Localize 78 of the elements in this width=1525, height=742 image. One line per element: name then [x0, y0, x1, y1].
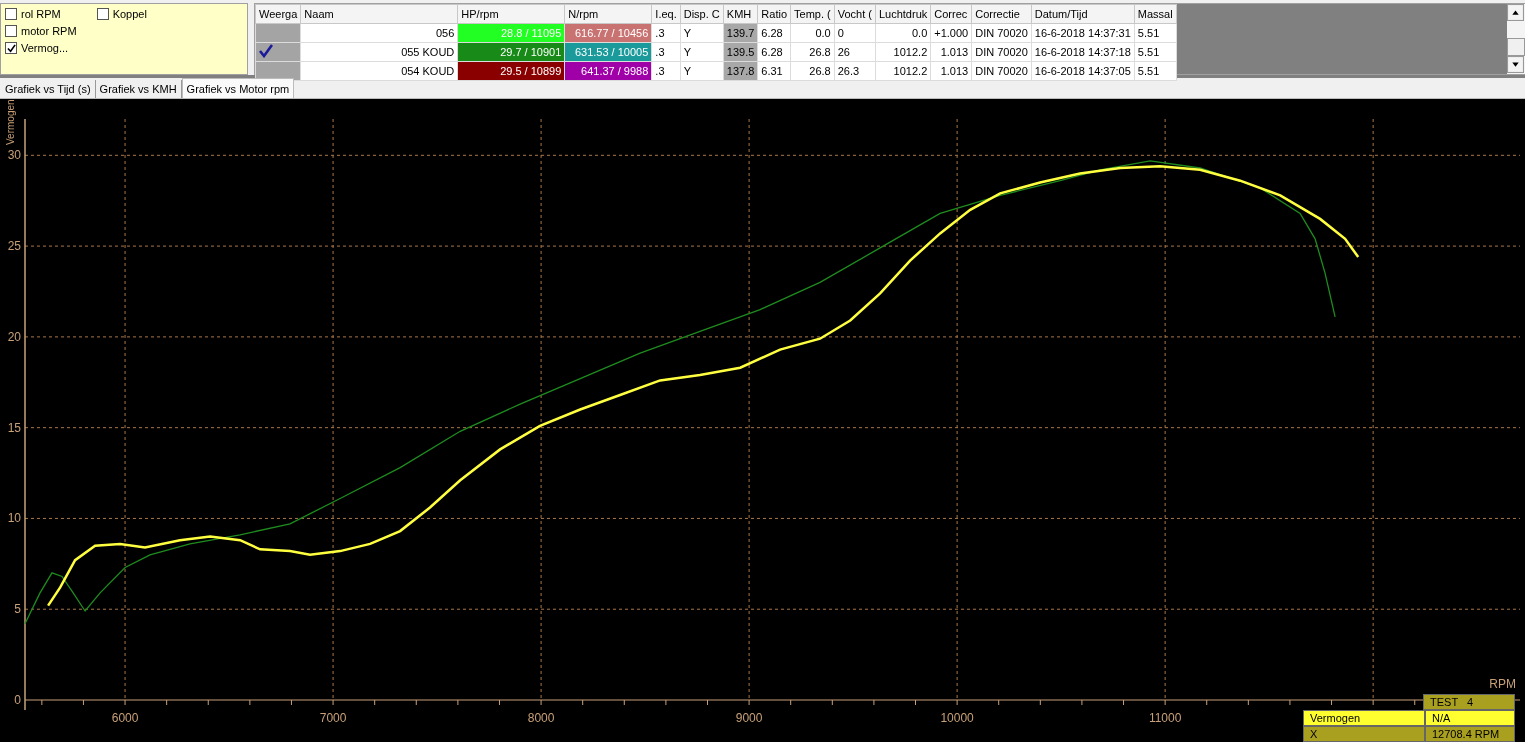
x-tick-label: 8000 — [527, 711, 555, 725]
legend-label: X — [1303, 726, 1425, 742]
chart-tab[interactable]: Grafiek vs Motor rpm — [181, 78, 295, 98]
legend-label: Vermogen — [1303, 710, 1425, 726]
table-cell: 0.0 — [790, 23, 835, 43]
column-header[interactable]: Massal — [1134, 4, 1177, 24]
table-cell: 5.51 — [1134, 23, 1177, 43]
table-cell: Y — [680, 42, 724, 62]
x-tick-label: 11000 — [1148, 711, 1182, 725]
table-cell: .3 — [651, 61, 681, 81]
y-axis-label: Vermogen — [5, 99, 16, 145]
column-header[interactable]: HP/rpm — [457, 4, 565, 24]
x-tick-label: 7000 — [319, 711, 347, 725]
table-cell: Y — [680, 61, 724, 81]
legend-value: N/A — [1425, 710, 1515, 726]
table-cell: Y — [680, 23, 724, 43]
table-cell: DIN 70020 — [971, 42, 1032, 62]
legend-value: 12708.4 RPM — [1425, 726, 1515, 742]
table-cell: 6.31 — [757, 61, 791, 81]
table-cell: 6.28 — [757, 42, 791, 62]
legend-title: TEST 4 — [1423, 694, 1515, 710]
table-cell: 26 — [834, 42, 876, 62]
table-cell: 0.0 — [875, 23, 931, 43]
column-header[interactable]: Weerga — [255, 4, 301, 24]
table-cell: 1012.2 — [875, 42, 931, 62]
x-tick-label: 9000 — [735, 711, 763, 725]
table-cell: 6.28 — [757, 23, 791, 43]
column-header[interactable]: Temp. ( — [790, 4, 835, 24]
option-checkbox[interactable]: Vermog... — [5, 40, 77, 56]
column-header[interactable]: KMH — [723, 4, 758, 24]
column-header[interactable]: Luchtdruk — [875, 4, 931, 24]
table-cell: DIN 70020 — [971, 23, 1032, 43]
column-header[interactable]: Correctie — [971, 4, 1032, 24]
table-cell: 16-6-2018 14:37:31 — [1031, 23, 1135, 43]
option-checkbox[interactable]: rol RPM — [5, 6, 77, 22]
table-cell: 1.013 — [930, 42, 972, 62]
table-cell: 16-6-2018 14:37:18 — [1031, 42, 1135, 62]
table-cell: 16-6-2018 14:37:05 — [1031, 61, 1135, 81]
y-tick-label: 30 — [7, 148, 21, 163]
table-cell: 0 — [834, 23, 876, 43]
y-tick-label: 10 — [7, 511, 21, 526]
column-header[interactable]: Disp. C — [680, 4, 724, 24]
table-cell: 1012.2 — [875, 61, 931, 81]
y-tick-label: 15 — [7, 420, 21, 435]
table-cell: 26.8 — [790, 61, 835, 81]
y-tick-label: 5 — [14, 602, 21, 617]
column-header[interactable]: Correc — [930, 4, 972, 24]
column-header[interactable]: Naam — [300, 4, 458, 24]
option-checkbox[interactable]: motor RPM — [5, 23, 77, 39]
scroll-down-icon[interactable] — [1507, 56, 1524, 73]
table-cell: DIN 70020 — [971, 61, 1032, 81]
option-checkbox[interactable]: Koppel — [96, 6, 147, 22]
table-cell: 26.8 — [790, 42, 835, 62]
column-header[interactable]: I.eq. — [651, 4, 681, 24]
table-cell: .3 — [651, 23, 681, 43]
check-icon — [6, 43, 16, 53]
table-cell: 26.3 — [834, 61, 876, 81]
y-tick-label: 25 — [7, 239, 21, 254]
table-cell: 056 — [300, 23, 458, 43]
column-header[interactable]: N/rpm — [564, 4, 652, 24]
table-cell: 055 KOUD — [300, 42, 458, 62]
table-cell: +1.000 — [930, 23, 972, 43]
x-tick-label: 10000 — [940, 711, 974, 725]
table-cell: 5.51 — [1134, 42, 1177, 62]
table-cell: 054 KOUD — [300, 61, 458, 81]
table-cell: .3 — [651, 42, 681, 62]
column-header[interactable]: Ratio — [757, 4, 791, 24]
column-header[interactable]: Datum/Tijd — [1031, 4, 1135, 24]
y-tick-label: 0 — [14, 693, 21, 707]
scroll-up-icon[interactable] — [1507, 4, 1524, 21]
column-header[interactable]: Vocht ( — [834, 4, 876, 24]
table-cell: 1.013 — [930, 61, 972, 81]
x-tick-label: 6000 — [111, 711, 139, 725]
x-axis-label: RPM — [1489, 677, 1516, 691]
scrollbar[interactable] — [1507, 4, 1525, 74]
y-tick-label: 20 — [7, 329, 21, 344]
table-cell: 5.51 — [1134, 61, 1177, 81]
checkmark-icon — [259, 44, 273, 58]
